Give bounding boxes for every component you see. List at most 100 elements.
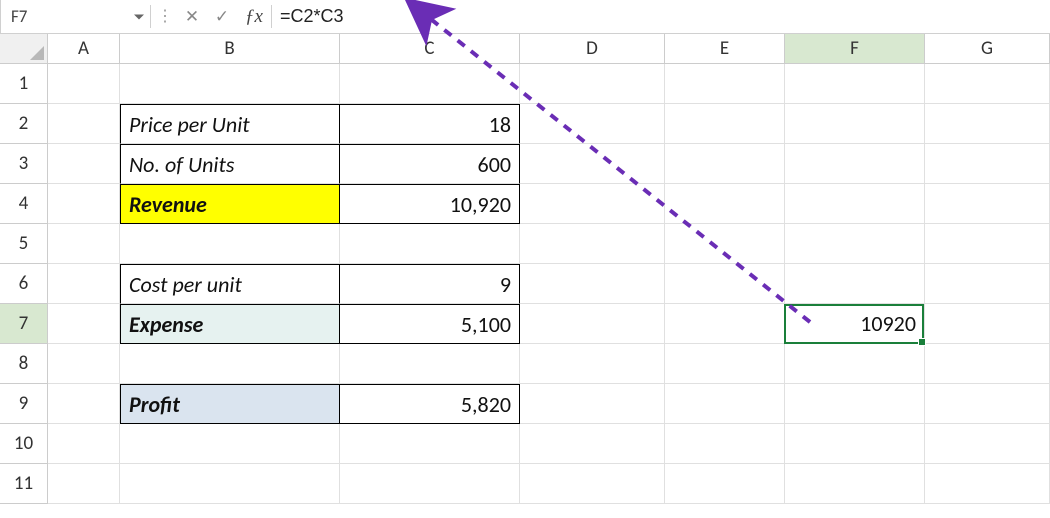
cell-F2[interactable] xyxy=(785,104,925,144)
column-header-A[interactable]: A xyxy=(48,34,120,64)
cell-F11[interactable] xyxy=(785,464,925,504)
cell-D8[interactable] xyxy=(520,344,665,384)
spreadsheet-grid[interactable]: A B C D E F G 1 2 Price per Unit 18 xyxy=(0,34,1050,504)
cell-F8[interactable] xyxy=(785,344,925,384)
fx-icon[interactable]: ƒx xyxy=(237,6,271,28)
cell-E3[interactable] xyxy=(665,144,785,184)
cell-D4[interactable] xyxy=(520,184,665,224)
cell-B8[interactable] xyxy=(120,344,340,384)
cell-B6[interactable]: Cost per unit xyxy=(120,264,340,304)
cell-G5[interactable] xyxy=(925,224,1050,264)
cell-C4[interactable]: 10,920 xyxy=(340,184,520,224)
cell-E4[interactable] xyxy=(665,184,785,224)
cell-B10[interactable] xyxy=(120,424,340,464)
cell-F5[interactable] xyxy=(785,224,925,264)
cell-A10[interactable] xyxy=(48,424,120,464)
cell-E1[interactable] xyxy=(665,64,785,104)
cell-F9[interactable] xyxy=(785,384,925,424)
cell-E2[interactable] xyxy=(665,104,785,144)
cell-A11[interactable] xyxy=(48,464,120,504)
cell-A6[interactable] xyxy=(48,264,120,304)
row-header-10[interactable]: 10 xyxy=(0,424,48,464)
cell-G6[interactable] xyxy=(925,264,1050,304)
cell-C5[interactable] xyxy=(340,224,520,264)
cell-C3[interactable]: 600 xyxy=(340,144,520,184)
cell-C1[interactable] xyxy=(340,64,520,104)
column-header-D[interactable]: D xyxy=(520,34,665,64)
cell-C8[interactable] xyxy=(340,344,520,384)
cell-C11[interactable] xyxy=(340,464,520,504)
cell-D3[interactable] xyxy=(520,144,665,184)
cell-A7[interactable] xyxy=(48,304,120,344)
row-header-8[interactable]: 8 xyxy=(0,344,48,384)
column-header-C[interactable]: C xyxy=(340,34,520,64)
cell-A2[interactable] xyxy=(48,104,120,144)
cell-A8[interactable] xyxy=(48,344,120,384)
cell-A4[interactable] xyxy=(48,184,120,224)
row-header-2[interactable]: 2 xyxy=(0,104,48,144)
cell-B4[interactable]: Revenue xyxy=(120,184,340,224)
cell-G4[interactable] xyxy=(925,184,1050,224)
name-box[interactable]: F7 xyxy=(0,0,150,33)
row-header-7[interactable]: 7 xyxy=(0,304,48,344)
cell-E9[interactable] xyxy=(665,384,785,424)
cell-G2[interactable] xyxy=(925,104,1050,144)
cell-C7[interactable]: 5,100 xyxy=(340,304,520,344)
cell-F4[interactable] xyxy=(785,184,925,224)
cell-E10[interactable] xyxy=(665,424,785,464)
cell-D11[interactable] xyxy=(520,464,665,504)
formula-cancel-button[interactable]: ✕ xyxy=(177,0,207,33)
chevron-down-icon[interactable] xyxy=(134,14,144,19)
row-header-3[interactable]: 3 xyxy=(0,144,48,184)
cell-E11[interactable] xyxy=(665,464,785,504)
row-header-4[interactable]: 4 xyxy=(0,184,48,224)
cell-F3[interactable] xyxy=(785,144,925,184)
cell-G10[interactable] xyxy=(925,424,1050,464)
cell-D9[interactable] xyxy=(520,384,665,424)
cell-D1[interactable] xyxy=(520,64,665,104)
select-all-corner[interactable] xyxy=(0,34,48,64)
cell-F10[interactable] xyxy=(785,424,925,464)
formula-input[interactable] xyxy=(272,0,1050,33)
cell-D10[interactable] xyxy=(520,424,665,464)
formula-confirm-button[interactable]: ✓ xyxy=(207,0,237,33)
cell-A9[interactable] xyxy=(48,384,120,424)
cell-E7[interactable] xyxy=(665,304,785,344)
cell-C10[interactable] xyxy=(340,424,520,464)
cell-D6[interactable] xyxy=(520,264,665,304)
cell-G8[interactable] xyxy=(925,344,1050,384)
cell-G3[interactable] xyxy=(925,144,1050,184)
cell-A5[interactable] xyxy=(48,224,120,264)
row-header-11[interactable]: 11 xyxy=(0,464,48,504)
column-header-F[interactable]: F xyxy=(785,34,925,64)
row-header-5[interactable]: 5 xyxy=(0,224,48,264)
cell-D7[interactable] xyxy=(520,304,665,344)
cell-E6[interactable] xyxy=(665,264,785,304)
row-header-6[interactable]: 6 xyxy=(0,264,48,304)
cell-E8[interactable] xyxy=(665,344,785,384)
cell-G9[interactable] xyxy=(925,384,1050,424)
row-header-9[interactable]: 9 xyxy=(0,384,48,424)
cell-A3[interactable] xyxy=(48,144,120,184)
cell-B3[interactable]: No. of Units xyxy=(120,144,340,184)
cell-F7[interactable]: 10920 xyxy=(785,304,925,344)
cell-F1[interactable] xyxy=(785,64,925,104)
column-header-E[interactable]: E xyxy=(665,34,785,64)
cell-E5[interactable] xyxy=(665,224,785,264)
cell-G1[interactable] xyxy=(925,64,1050,104)
row-header-1[interactable]: 1 xyxy=(0,64,48,104)
cell-B2[interactable]: Price per Unit xyxy=(120,104,340,144)
cell-B7[interactable]: Expense xyxy=(120,304,340,344)
cell-B9[interactable]: Profit xyxy=(120,384,340,424)
cell-C2[interactable]: 18 xyxy=(340,104,520,144)
cell-F6[interactable] xyxy=(785,264,925,304)
cell-D2[interactable] xyxy=(520,104,665,144)
cell-A1[interactable] xyxy=(48,64,120,104)
column-header-G[interactable]: G xyxy=(925,34,1050,64)
cell-G7[interactable] xyxy=(925,304,1050,344)
cell-D5[interactable] xyxy=(520,224,665,264)
cell-C6[interactable]: 9 xyxy=(340,264,520,304)
cell-C9[interactable]: 5,820 xyxy=(340,384,520,424)
cell-B1[interactable] xyxy=(120,64,340,104)
cell-B5[interactable] xyxy=(120,224,340,264)
